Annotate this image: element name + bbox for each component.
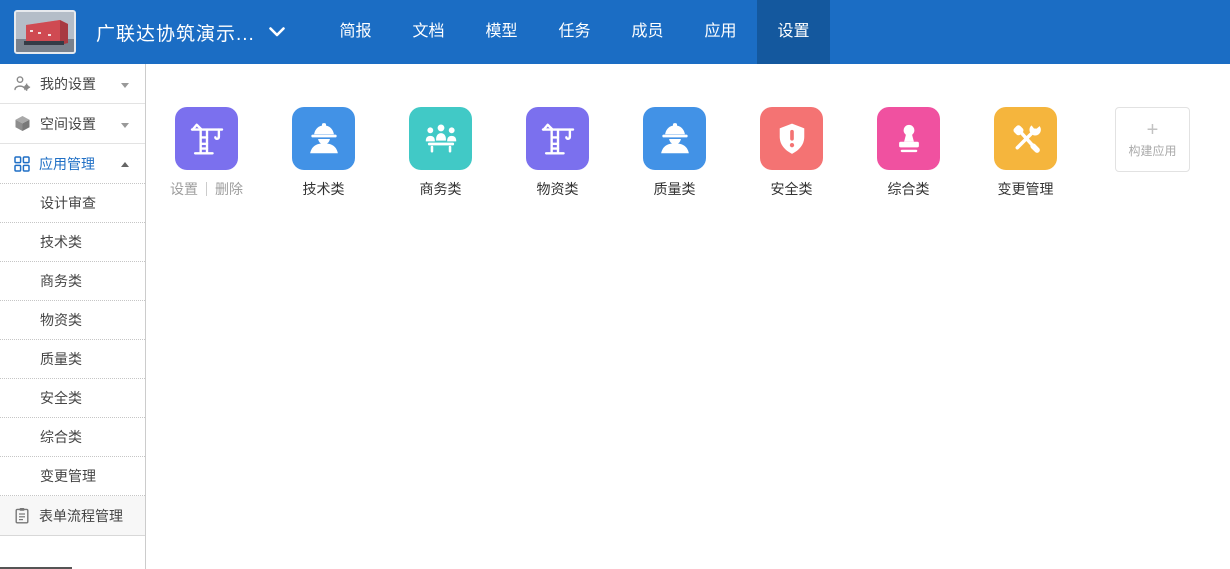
top-navigation-bar: 广联达协筑演示... 简报 文档 模型 任务 成员 应用 设置 [0,0,1230,64]
app-tile-design-review[interactable]: 设置 删除 [175,107,238,199]
sidebar-item-materials[interactable]: 物资类 [0,301,145,340]
sidebar-item-technical[interactable]: 技术类 [0,223,145,262]
build-app-button[interactable]: + 构建应用 [1115,107,1190,172]
app-tile-change-management[interactable]: 变更管理 [994,107,1057,199]
sidebar-item-label: 空间设置 [40,114,96,134]
tile-hover-actions: 设置 删除 [161,179,252,199]
app-tile-label: 综合类 [865,179,952,199]
app-tile-label: 物资类 [514,179,601,199]
sidebar-item-comprehensive[interactable]: 综合类 [0,418,145,457]
workspace-switcher[interactable]: 广联达协筑演示... [96,0,285,64]
tower-crane-icon [188,120,226,158]
app-tile-materials[interactable]: 物资类 [526,107,589,199]
app-tile-safety[interactable]: 安全类 [760,107,823,199]
app-icon[interactable] [409,107,472,170]
plus-icon: + [1147,121,1159,139]
tile-settings-action[interactable]: 设置 [170,179,198,199]
tower-crane-icon [539,120,577,158]
sidebar-item-label: 表单流程管理 [39,506,123,526]
primary-tabs: 简报 文档 模型 任务 成员 应用 设置 [319,0,830,64]
user-settings-icon [14,75,31,92]
tab-models[interactable]: 模型 [465,0,538,64]
workspace-title: 广联达协筑演示... [96,19,255,46]
app-icon[interactable] [175,107,238,170]
app-tile-label: 质量类 [631,179,718,199]
clipboard-icon [14,507,30,524]
tab-members[interactable]: 成员 [611,0,684,64]
shield-alert-icon [773,120,811,158]
worker-helmet-icon [305,120,343,158]
app-icon[interactable] [760,107,823,170]
sidebar-item-business[interactable]: 商务类 [0,262,145,301]
app-tile-comprehensive[interactable]: 综合类 [877,107,940,199]
caret-down-icon [121,123,129,132]
cube-icon [14,115,31,132]
app-tile-technical[interactable]: 技术类 [292,107,355,199]
grid-icon [14,156,30,172]
meeting-people-icon [422,120,460,158]
app-management-panel: 设置 删除 [147,64,1230,569]
project-building-thumbnail [16,12,74,52]
app-tile-row: 设置 删除 [147,64,1230,199]
workspace-logo[interactable] [14,10,76,54]
app-tile-label: 安全类 [748,179,835,199]
stamp-icon [890,120,928,158]
caret-up-icon [121,158,129,167]
tile-delete-action[interactable]: 删除 [215,179,243,199]
app-icon[interactable] [526,107,589,170]
app-icon[interactable] [292,107,355,170]
app-icon[interactable] [877,107,940,170]
app-tile-label: 技术类 [280,179,367,199]
app-tile-business[interactable]: 商务类 [409,107,472,199]
tab-settings[interactable]: 设置 [757,0,830,64]
sidebar-item-change-management[interactable]: 变更管理 [0,457,145,496]
app-icon[interactable] [994,107,1057,170]
sidebar-item-space-settings[interactable]: 空间设置 [0,104,145,144]
app-tile-label: 变更管理 [982,179,1069,199]
settings-sidebar: 我的设置 空间设置 应用管理 设计审查 技术类 商务类 物资类 [0,64,146,569]
app-tile-label: 商务类 [397,179,484,199]
worker-helmet-icon [656,120,694,158]
sidebar-item-label: 应用管理 [39,154,95,174]
sidebar-item-form-flow-management[interactable]: 表单流程管理 [0,496,145,536]
tab-documents[interactable]: 文档 [392,0,465,64]
tab-briefing[interactable]: 简报 [319,0,392,64]
sidebar-item-design-review[interactable]: 设计审查 [0,184,145,223]
sidebar-item-my-settings[interactable]: 我的设置 [0,64,145,104]
app-icon[interactable] [643,107,706,170]
crossed-tools-icon [1007,120,1045,158]
app-window: 广联达协筑演示... 简报 文档 模型 任务 成员 应用 设置 [0,0,1230,569]
app-tile-quality[interactable]: 质量类 [643,107,706,199]
caret-down-icon [121,83,129,92]
chevron-down-icon [269,27,285,37]
divider [206,182,207,196]
build-app-label: 构建应用 [1128,142,1176,159]
sidebar-item-app-management[interactable]: 应用管理 [0,144,145,184]
tab-tasks[interactable]: 任务 [538,0,611,64]
sidebar-item-label: 我的设置 [40,74,96,94]
sidebar-item-quality[interactable]: 质量类 [0,340,145,379]
sidebar-item-safety[interactable]: 安全类 [0,379,145,418]
tab-apps[interactable]: 应用 [684,0,757,64]
